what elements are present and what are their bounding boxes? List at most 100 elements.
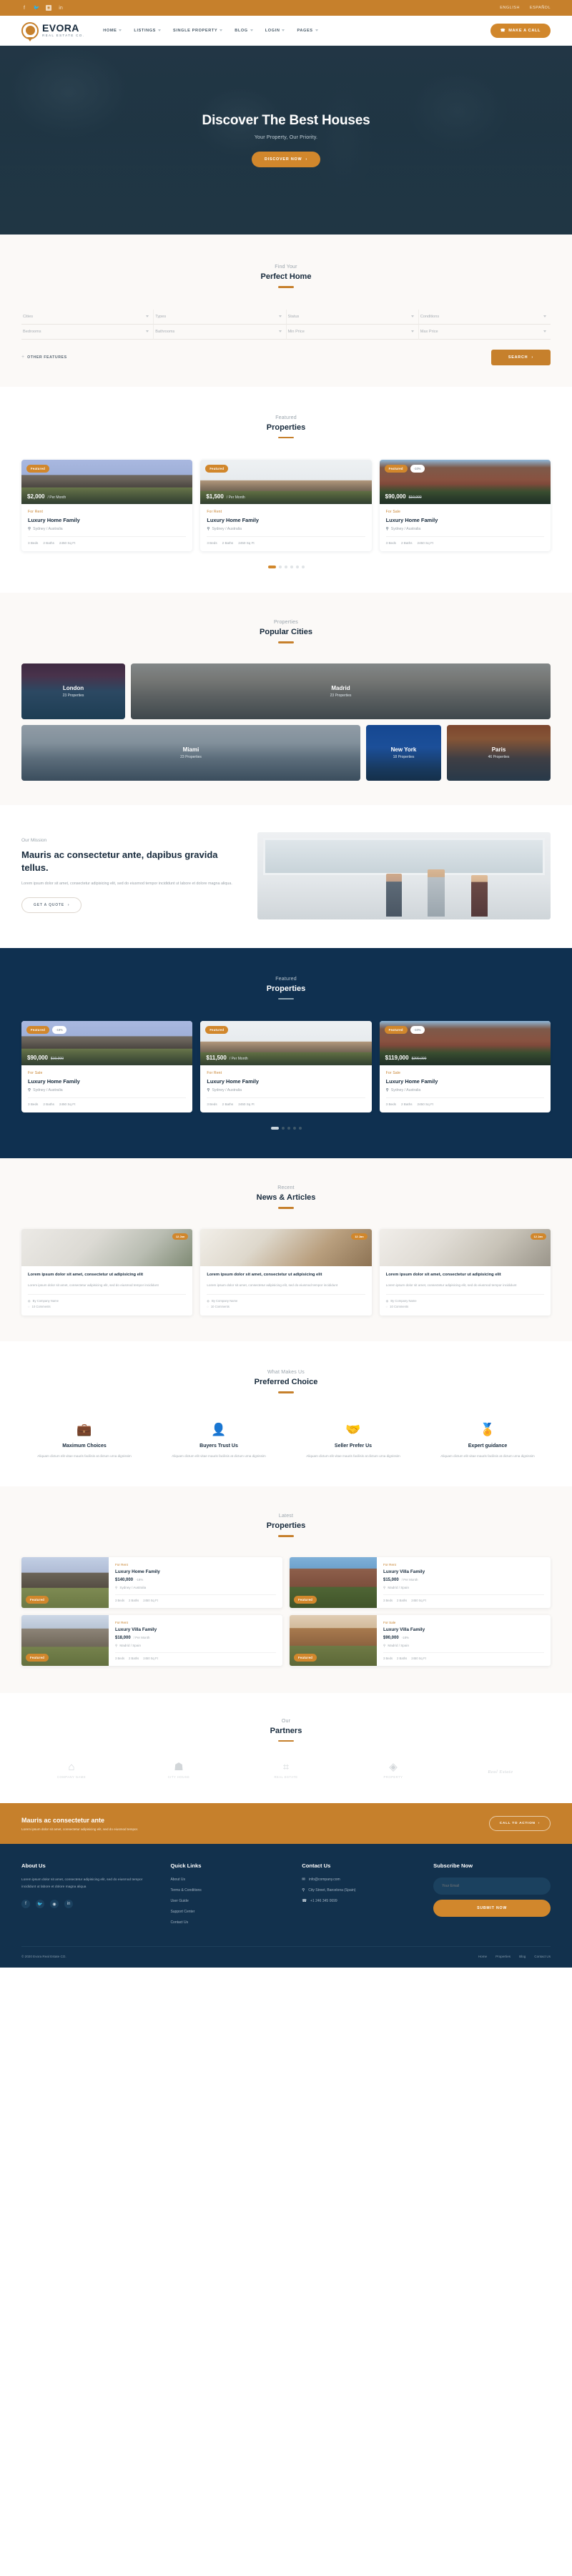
lang-espanol[interactable]: ESPAÑOL <box>530 6 551 10</box>
search-submit-button[interactable]: SEARCH › <box>490 349 551 365</box>
conditions-select[interactable]: Conditions <box>418 310 551 325</box>
footer-nav-blog[interactable]: Blog <box>519 1955 526 1958</box>
property-image: Featured $1,500 / Per Month <box>200 460 372 504</box>
news-title[interactable]: Lorem ipsum dolor sit amet, consectetur … <box>386 1272 544 1279</box>
property-tag: For Rent <box>115 1562 128 1566</box>
property-title[interactable]: Luxury Villa Family <box>383 1627 544 1632</box>
call-to-action-button[interactable]: CALL TO ACTION › <box>488 1816 551 1832</box>
property-card[interactable]: Featured -10% $119,000 $200,000 For Sale… <box>379 1021 551 1112</box>
instagram-icon[interactable]: ◉ <box>46 5 51 11</box>
property-title[interactable]: Luxury Home Family <box>207 517 365 523</box>
linkedin-icon[interactable]: in <box>58 5 64 11</box>
facebook-icon[interactable]: f <box>21 5 27 11</box>
footer-link-about-us[interactable]: About Us <box>170 1877 287 1882</box>
get-a-quote-button[interactable]: GET A QUOTE › <box>21 897 82 914</box>
types-select[interactable]: Types <box>154 309 287 325</box>
news-author: ◍ By Company Name <box>385 1299 417 1303</box>
latest-property-card[interactable]: Featured For Sale Luxury Villa Family $9… <box>290 1614 551 1666</box>
news-title[interactable]: Lorem ipsum dolor sit amet, consectetur … <box>28 1272 186 1279</box>
nav-item-home[interactable]: HOME <box>103 29 122 33</box>
twitter-icon[interactable]: 🐦 <box>36 1900 44 1909</box>
other-features-toggle[interactable]: + OTHER FEATURES <box>21 355 67 360</box>
footer-link-support-center[interactable]: Support Center <box>170 1910 287 1914</box>
instagram-icon[interactable]: ◉ <box>50 1900 59 1909</box>
carousel-dot[interactable] <box>290 566 293 568</box>
min-price-select[interactable]: Min Price <box>286 324 419 340</box>
property-title[interactable]: Luxury Home Family <box>28 517 186 523</box>
property-title[interactable]: Luxury Home Family <box>386 517 544 523</box>
property-title[interactable]: Luxury Home Family <box>115 1569 276 1574</box>
property-meta: 3 Beds 2 Baths 2450 Sq Ft <box>383 1652 544 1660</box>
property-title[interactable]: Luxury Home Family <box>386 1078 544 1085</box>
location-text: Sydney / Australia <box>33 1088 63 1092</box>
latest-property-card[interactable]: Featured For Rent Luxury Home Family $14… <box>21 1556 282 1608</box>
discover-now-button[interactable]: DISCOVER NOW › <box>251 152 321 167</box>
carousel-dot[interactable] <box>292 1127 296 1130</box>
twitter-icon[interactable]: 🐦 <box>34 5 40 11</box>
property-price: $90,000 -18% <box>383 1636 544 1640</box>
footer-nav-properties[interactable]: Properties <box>495 1955 511 1958</box>
carousel-dot[interactable] <box>298 1127 302 1130</box>
footer-contact-email[interactable]: ✉ info@company.com <box>302 1877 419 1882</box>
property-title[interactable]: Luxury Home Family <box>207 1078 365 1085</box>
carousel-dot[interactable] <box>267 566 276 568</box>
subscribe-submit-button[interactable]: SUBMIT NOW <box>433 1900 551 1918</box>
carousel-dot[interactable] <box>295 566 299 568</box>
city-card-madrid[interactable]: Madrid 23 Properties <box>131 663 551 719</box>
city-card-new-york[interactable]: New York 18 Properties <box>366 724 441 781</box>
city-property-count: 18 Properties <box>393 754 415 759</box>
facebook-icon[interactable]: f <box>21 1900 30 1909</box>
latest-property-card[interactable]: Featured For Rent Luxury Villa Family $1… <box>21 1614 282 1666</box>
property-card[interactable]: Featured $11,500 / Per Month For Rent Lu… <box>200 1021 372 1112</box>
cta-button-label: CALL TO ACTION <box>499 1822 536 1826</box>
location-text: Sydney / Australia <box>212 1088 242 1092</box>
bedrooms-select[interactable]: Bedrooms <box>21 324 154 340</box>
property-card[interactable]: Featured -10% $90,000 $10,000 For Sale L… <box>379 460 551 551</box>
nav-item-pages[interactable]: PAGES <box>297 29 318 33</box>
carousel-dot[interactable] <box>301 566 305 568</box>
news-title[interactable]: Lorem ipsum dolor sit amet, consectetur … <box>207 1272 365 1279</box>
property-image: Featured -10% $90,000 $10,000 <box>379 460 551 504</box>
lang-english[interactable]: ENGLISH <box>500 6 520 10</box>
map-pin-icon: ⚲ <box>115 1585 118 1589</box>
property-title[interactable]: Luxury Villa Family <box>383 1569 544 1574</box>
carousel-dot[interactable] <box>287 1127 290 1130</box>
brand-logo[interactable]: EVORA REAL ESTATE CO. <box>21 21 85 39</box>
footer-link-contact-us[interactable]: Contact Us <box>170 1920 287 1925</box>
carousel-dot[interactable] <box>278 566 282 568</box>
nav-item-listings[interactable]: LISTINGS <box>134 29 162 33</box>
latest-property-card[interactable]: Featured For Rent Luxury Villa Family $1… <box>290 1556 551 1608</box>
news-card[interactable]: 12 Jan Lorem ipsum dolor sit amet, conse… <box>379 1228 551 1316</box>
city-card-london[interactable]: London 23 Properties <box>21 663 125 719</box>
carousel-dot[interactable] <box>281 1127 285 1130</box>
linkedin-icon[interactable]: in <box>64 1900 73 1909</box>
baths-count: 2 Baths <box>129 1598 139 1602</box>
footer-link-user-guide[interactable]: User Guide <box>170 1899 287 1903</box>
footer-contact-phone[interactable]: ☎ +1 246 345 0699 <box>302 1899 419 1903</box>
news-card[interactable]: 12 Jan Lorem ipsum dolor sit amet, conse… <box>21 1228 193 1316</box>
property-card[interactable]: Featured $2,000 / Per Month For Rent Lux… <box>21 460 193 551</box>
footer-link-terms[interactable]: Terms & Conditions <box>170 1888 287 1892</box>
subscribe-email-input[interactable] <box>433 1877 551 1895</box>
cities-select[interactable]: Cities <box>21 309 154 325</box>
nav-item-blog[interactable]: BLOG <box>235 29 253 33</box>
footer-nav-home[interactable]: Home <box>478 1955 487 1958</box>
city-card-miami[interactable]: Miami 23 Properties <box>21 724 360 781</box>
property-card[interactable]: Featured $1,500 / Per Month For Rent Lux… <box>200 460 372 551</box>
bathrooms-select[interactable]: Bathrooms <box>154 324 287 340</box>
nav-item-single-property[interactable]: SINGLE PROPERTY <box>173 29 223 33</box>
news-card[interactable]: 12 Jan Lorem ipsum dolor sit amet, conse… <box>200 1228 372 1316</box>
carousel-dot[interactable] <box>284 566 287 568</box>
carousel-dot[interactable] <box>270 1127 279 1130</box>
footer-nav-contact[interactable]: Contact Us <box>534 1955 551 1958</box>
featured-properties-section: Featured Properties Featured $2,000 / Pe… <box>0 386 572 593</box>
max-price-select[interactable]: Max Price <box>418 325 551 340</box>
status-select[interactable]: Status <box>286 309 419 325</box>
property-card[interactable]: Featured -18% $90,000 $10,000 For Sale L… <box>21 1021 193 1112</box>
nav-item-login[interactable]: LOGIN <box>265 29 285 33</box>
property-title[interactable]: Luxury Villa Family <box>115 1627 276 1632</box>
make-a-call-button[interactable]: ☎ MAKE A CALL <box>490 23 551 38</box>
brand-tagline: REAL ESTATE CO. <box>42 34 85 38</box>
city-card-paris[interactable]: Paris 46 Properties <box>447 724 551 781</box>
property-title[interactable]: Luxury Home Family <box>28 1078 186 1085</box>
